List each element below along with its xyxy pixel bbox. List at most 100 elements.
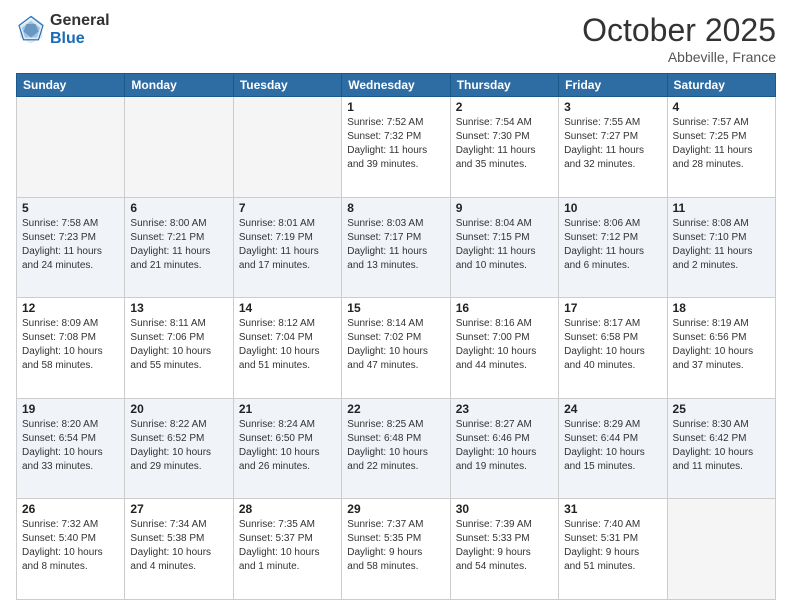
calendar-cell: 30 Sunrise: 7:39 AMSunset: 5:33 PMDayligh… (450, 499, 558, 600)
calendar-cell: 15 Sunrise: 8:14 AMSunset: 7:02 PMDayligh… (342, 298, 450, 399)
calendar-table: Sunday Monday Tuesday Wednesday Thursday… (16, 73, 776, 600)
logo: General Blue (16, 12, 110, 47)
day-info: Sunrise: 7:39 AMSunset: 5:33 PMDaylight:… (456, 518, 553, 574)
logo-text: General Blue (50, 12, 110, 47)
month-title: October 2025 (582, 12, 776, 49)
calendar-cell: 4Sunrise: 7:57 AMSunset: 7:25 PMDaylight… (667, 97, 775, 198)
calendar-row-1: 5 Sunrise: 7:58 AMSunset: 7:23 PMDaylight… (17, 197, 776, 298)
day-info: Sunrise: 8:04 AMSunset: 7:15 PMDaylight:… (456, 217, 553, 273)
day-info: Sunrise: 8:14 AMSunset: 7:02 PMDaylight:… (347, 317, 444, 373)
calendar-cell: 22 Sunrise: 8:25 AMSunset: 6:48 PMDayligh… (342, 398, 450, 499)
day-number: 10 (564, 201, 661, 215)
day-info: Sunrise: 8:08 AMSunset: 7:10 PMDaylight:… (673, 217, 770, 273)
day-number: 15 (347, 301, 444, 315)
day-number: 11 (673, 201, 770, 215)
calendar-row-2: 12 Sunrise: 8:09 AMSunset: 7:08 PMDayligh… (17, 298, 776, 399)
header-saturday: Saturday (667, 74, 775, 97)
day-number: 7 (239, 201, 336, 215)
header-monday: Monday (125, 74, 233, 97)
calendar-cell (125, 97, 233, 198)
day-number: 9 (456, 201, 553, 215)
day-info: Sunrise: 8:22 AMSunset: 6:52 PMDaylight:… (130, 418, 227, 474)
day-number: 12 (22, 301, 119, 315)
calendar-cell (233, 97, 341, 198)
day-number: 22 (347, 402, 444, 416)
calendar-row-3: 19Sunrise: 8:20 AMSunset: 6:54 PMDayligh… (17, 398, 776, 499)
calendar-cell: 25Sunrise: 8:30 AMSunset: 6:42 PMDayligh… (667, 398, 775, 499)
calendar-cell: 14 Sunrise: 8:12 AMSunset: 7:04 PMDayligh… (233, 298, 341, 399)
day-number: 16 (456, 301, 553, 315)
calendar-cell: 9 Sunrise: 8:04 AMSunset: 7:15 PMDaylight… (450, 197, 558, 298)
day-number: 14 (239, 301, 336, 315)
day-number: 18 (673, 301, 770, 315)
calendar-cell: 16 Sunrise: 8:16 AMSunset: 7:00 PMDayligh… (450, 298, 558, 399)
day-number: 31 (564, 502, 661, 516)
calendar-cell: 6Sunrise: 8:00 AMSunset: 7:21 PMDaylight… (125, 197, 233, 298)
day-number: 6 (130, 201, 227, 215)
header-friday: Friday (559, 74, 667, 97)
calendar-cell: 24 Sunrise: 8:29 AMSunset: 6:44 PMDayligh… (559, 398, 667, 499)
calendar-cell: 8 Sunrise: 8:03 AMSunset: 7:17 PMDaylight… (342, 197, 450, 298)
weekday-header-row: Sunday Monday Tuesday Wednesday Thursday… (17, 74, 776, 97)
calendar-cell: 28Sunrise: 7:35 AMSunset: 5:37 PMDayligh… (233, 499, 341, 600)
day-number: 2 (456, 100, 553, 114)
day-info: Sunrise: 8:20 AMSunset: 6:54 PMDaylight:… (22, 418, 119, 474)
day-number: 29 (347, 502, 444, 516)
day-number: 13 (130, 301, 227, 315)
calendar-row-0: 1Sunrise: 7:52 AMSunset: 7:32 PMDaylight… (17, 97, 776, 198)
logo-general-text: General (50, 12, 110, 30)
day-info: Sunrise: 8:12 AMSunset: 7:04 PMDaylight:… (239, 317, 336, 373)
day-number: 5 (22, 201, 119, 215)
location: Abbeville, France (582, 49, 776, 65)
header-sunday: Sunday (17, 74, 125, 97)
day-info: Sunrise: 8:19 AMSunset: 6:56 PMDaylight:… (673, 317, 770, 373)
day-info: Sunrise: 8:01 AMSunset: 7:19 PMDaylight:… (239, 217, 336, 273)
day-number: 3 (564, 100, 661, 114)
calendar-cell: 17 Sunrise: 8:17 AMSunset: 6:58 PMDayligh… (559, 298, 667, 399)
calendar-cell: 5 Sunrise: 7:58 AMSunset: 7:23 PMDaylight… (17, 197, 125, 298)
day-info: Sunrise: 7:55 AMSunset: 7:27 PMDaylight:… (564, 116, 661, 172)
day-info: Sunrise: 7:34 AMSunset: 5:38 PMDaylight:… (130, 518, 227, 574)
calendar-cell: 31 Sunrise: 7:40 AMSunset: 5:31 PMDayligh… (559, 499, 667, 600)
day-info: Sunrise: 8:16 AMSunset: 7:00 PMDaylight:… (456, 317, 553, 373)
calendar-cell: 2 Sunrise: 7:54 AMSunset: 7:30 PMDaylight… (450, 97, 558, 198)
calendar-cell (17, 97, 125, 198)
day-info: Sunrise: 7:32 AMSunset: 5:40 PMDaylight:… (22, 518, 119, 574)
day-info: Sunrise: 8:25 AMSunset: 6:48 PMDaylight:… (347, 418, 444, 474)
day-info: Sunrise: 8:24 AMSunset: 6:50 PMDaylight:… (239, 418, 336, 474)
day-info: Sunrise: 7:58 AMSunset: 7:23 PMDaylight:… (22, 217, 119, 273)
day-info: Sunrise: 7:54 AMSunset: 7:30 PMDaylight:… (456, 116, 553, 172)
calendar-cell: 21Sunrise: 8:24 AMSunset: 6:50 PMDayligh… (233, 398, 341, 499)
page: General Blue October 2025 Abbeville, Fra… (0, 0, 792, 612)
day-info: Sunrise: 8:29 AMSunset: 6:44 PMDaylight:… (564, 418, 661, 474)
day-number: 28 (239, 502, 336, 516)
day-info: Sunrise: 8:11 AMSunset: 7:06 PMDaylight:… (130, 317, 227, 373)
day-number: 24 (564, 402, 661, 416)
calendar-cell: 27Sunrise: 7:34 AMSunset: 5:38 PMDayligh… (125, 499, 233, 600)
calendar-cell: 3 Sunrise: 7:55 AMSunset: 7:27 PMDaylight… (559, 97, 667, 198)
day-info: Sunrise: 7:37 AMSunset: 5:35 PMDaylight:… (347, 518, 444, 574)
day-number: 8 (347, 201, 444, 215)
title-area: October 2025 Abbeville, France (582, 12, 776, 65)
day-info: Sunrise: 8:17 AMSunset: 6:58 PMDaylight:… (564, 317, 661, 373)
logo-blue-text: Blue (50, 30, 110, 48)
calendar-cell (667, 499, 775, 600)
day-number: 4 (673, 100, 770, 114)
calendar-cell: 23Sunrise: 8:27 AMSunset: 6:46 PMDayligh… (450, 398, 558, 499)
calendar-cell: 7 Sunrise: 8:01 AMSunset: 7:19 PMDaylight… (233, 197, 341, 298)
calendar-cell: 1Sunrise: 7:52 AMSunset: 7:32 PMDaylight… (342, 97, 450, 198)
day-info: Sunrise: 8:06 AMSunset: 7:12 PMDaylight:… (564, 217, 661, 273)
day-info: Sunrise: 8:09 AMSunset: 7:08 PMDaylight:… (22, 317, 119, 373)
calendar-cell: 11 Sunrise: 8:08 AMSunset: 7:10 PMDayligh… (667, 197, 775, 298)
day-number: 30 (456, 502, 553, 516)
day-info: Sunrise: 8:30 AMSunset: 6:42 PMDaylight:… (673, 418, 770, 474)
day-number: 20 (130, 402, 227, 416)
calendar-cell: 18 Sunrise: 8:19 AMSunset: 6:56 PMDayligh… (667, 298, 775, 399)
calendar-cell: 20 Sunrise: 8:22 AMSunset: 6:52 PMDayligh… (125, 398, 233, 499)
calendar-cell: 12 Sunrise: 8:09 AMSunset: 7:08 PMDayligh… (17, 298, 125, 399)
day-info: Sunrise: 7:40 AMSunset: 5:31 PMDaylight:… (564, 518, 661, 574)
header-thursday: Thursday (450, 74, 558, 97)
day-info: Sunrise: 8:03 AMSunset: 7:17 PMDaylight:… (347, 217, 444, 273)
day-number: 17 (564, 301, 661, 315)
header: General Blue October 2025 Abbeville, Fra… (16, 12, 776, 65)
